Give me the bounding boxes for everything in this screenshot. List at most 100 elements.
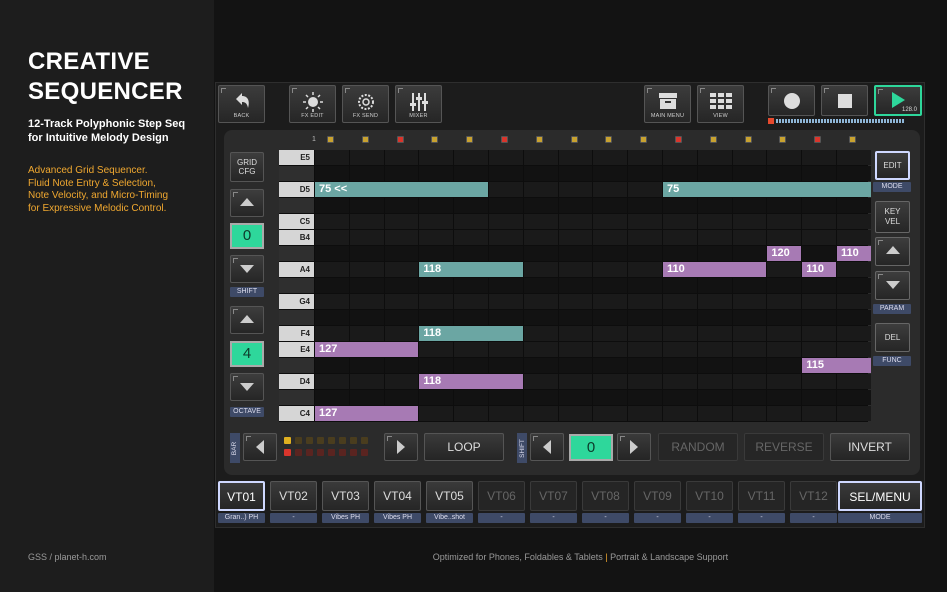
track-button-vt03[interactable]: VT03 — [322, 481, 369, 511]
grid-cell[interactable] — [523, 214, 558, 229]
grid-cell[interactable] — [349, 198, 384, 213]
mixer-button[interactable]: MIXER — [395, 85, 442, 123]
grid-cell[interactable] — [837, 166, 871, 181]
grid-cell[interactable] — [454, 358, 488, 373]
grid-cell[interactable] — [837, 326, 871, 341]
grid-cell[interactable] — [628, 342, 662, 357]
grid-cell[interactable] — [628, 310, 662, 325]
grid-cell[interactable] — [419, 278, 454, 293]
grid-cell[interactable] — [558, 358, 593, 373]
loop-button[interactable]: LOOP — [424, 433, 504, 461]
grid-cell[interactable] — [384, 310, 419, 325]
grid-cell[interactable] — [558, 198, 593, 213]
grid-cell[interactable] — [837, 214, 871, 229]
grid-cell[interactable] — [384, 326, 419, 341]
grid-cell[interactable] — [837, 230, 871, 245]
grid-cell[interactable] — [349, 326, 384, 341]
grid-cell[interactable] — [593, 374, 628, 389]
grid-cell[interactable] — [767, 262, 802, 277]
grid-cell[interactable] — [593, 406, 628, 421]
grid-cell[interactable] — [628, 358, 662, 373]
grid-cell[interactable] — [489, 214, 523, 229]
grid-cell[interactable] — [489, 150, 523, 165]
track-button-vt02[interactable]: VT02 — [270, 481, 317, 511]
grid-cell[interactable] — [558, 342, 593, 357]
grid-cell[interactable] — [593, 150, 628, 165]
grid-cell[interactable] — [663, 342, 697, 357]
grid-cell[interactable] — [837, 262, 871, 277]
grid-cell[interactable] — [697, 342, 732, 357]
grid-cell[interactable] — [523, 262, 558, 277]
grid-cell[interactable] — [628, 326, 662, 341]
grid-cell[interactable] — [802, 278, 836, 293]
grid-cell[interactable] — [732, 166, 767, 181]
grid-cell[interactable] — [315, 278, 349, 293]
bar-cell[interactable] — [317, 437, 324, 444]
grid-cell[interactable] — [767, 230, 802, 245]
octave-down-button[interactable] — [230, 373, 264, 401]
grid-cell[interactable] — [593, 246, 628, 261]
grid-cell[interactable] — [767, 198, 802, 213]
column-marker[interactable] — [466, 136, 474, 143]
grid-cell[interactable] — [523, 198, 558, 213]
grid-cell[interactable] — [593, 342, 628, 357]
column-marker[interactable] — [779, 136, 787, 143]
view-button[interactable]: VIEW — [697, 85, 744, 123]
grid-cell[interactable] — [732, 342, 767, 357]
track-button-vt10[interactable]: VT10 — [686, 481, 733, 511]
track-button-vt07[interactable]: VT07 — [530, 481, 577, 511]
grid-cell[interactable] — [349, 150, 384, 165]
grid-cell[interactable] — [419, 390, 454, 405]
column-marker[interactable] — [709, 136, 717, 143]
grid-cell[interactable] — [384, 230, 419, 245]
grid-cell[interactable] — [767, 150, 802, 165]
grid-cell[interactable] — [663, 198, 697, 213]
grid-cell[interactable] — [454, 406, 488, 421]
grid-cell[interactable] — [523, 278, 558, 293]
grid-cell[interactable] — [663, 246, 697, 261]
param-up-button[interactable] — [875, 237, 910, 266]
grid-cell[interactable] — [697, 390, 732, 405]
shift-value-display[interactable]: 0 — [230, 223, 264, 249]
grid-cell[interactable] — [837, 374, 871, 389]
octave-up-button[interactable] — [230, 306, 264, 334]
grid-cell[interactable] — [315, 166, 349, 181]
grid-cell[interactable] — [558, 182, 593, 197]
grid-cell[interactable] — [697, 278, 732, 293]
track-button-vt04[interactable]: VT04 — [374, 481, 421, 511]
grid-cell[interactable] — [454, 342, 488, 357]
bar-cell[interactable] — [306, 437, 313, 444]
grid-cell[interactable] — [628, 246, 662, 261]
grid-cell[interactable] — [767, 374, 802, 389]
grid-cell[interactable] — [732, 358, 767, 373]
note-block[interactable]: 118 — [419, 262, 523, 277]
grid-cell[interactable] — [489, 182, 523, 197]
grid-cell[interactable] — [454, 278, 488, 293]
grid-cell[interactable] — [732, 326, 767, 341]
grid-cell[interactable] — [663, 310, 697, 325]
grid-cell[interactable] — [558, 374, 593, 389]
note-block[interactable]: 127 — [315, 342, 419, 357]
grid-cell[interactable] — [837, 406, 871, 421]
key-vel-button[interactable]: KEY VEL — [875, 201, 910, 233]
grid-cell[interactable] — [454, 246, 488, 261]
grid-cell[interactable] — [697, 214, 732, 229]
grid-cell[interactable] — [454, 166, 488, 181]
grid-cell[interactable] — [489, 166, 523, 181]
grid-cell[interactable] — [489, 342, 523, 357]
grid-cell[interactable] — [454, 150, 488, 165]
grid-cell[interactable] — [767, 166, 802, 181]
grid-cell[interactable] — [663, 150, 697, 165]
grid-cell[interactable] — [523, 166, 558, 181]
grid-cell[interactable] — [558, 406, 593, 421]
grid-cell[interactable] — [802, 198, 836, 213]
grid-cell[interactable] — [732, 230, 767, 245]
grid-cell[interactable] — [384, 358, 419, 373]
grid-cell[interactable] — [697, 150, 732, 165]
note-block[interactable]: 118 — [419, 326, 523, 341]
delete-button[interactable]: DEL — [875, 323, 910, 352]
grid-cell[interactable] — [523, 390, 558, 405]
grid-cell[interactable] — [628, 182, 662, 197]
step-shift-right-button[interactable] — [617, 433, 651, 461]
grid-cell[interactable] — [419, 230, 454, 245]
